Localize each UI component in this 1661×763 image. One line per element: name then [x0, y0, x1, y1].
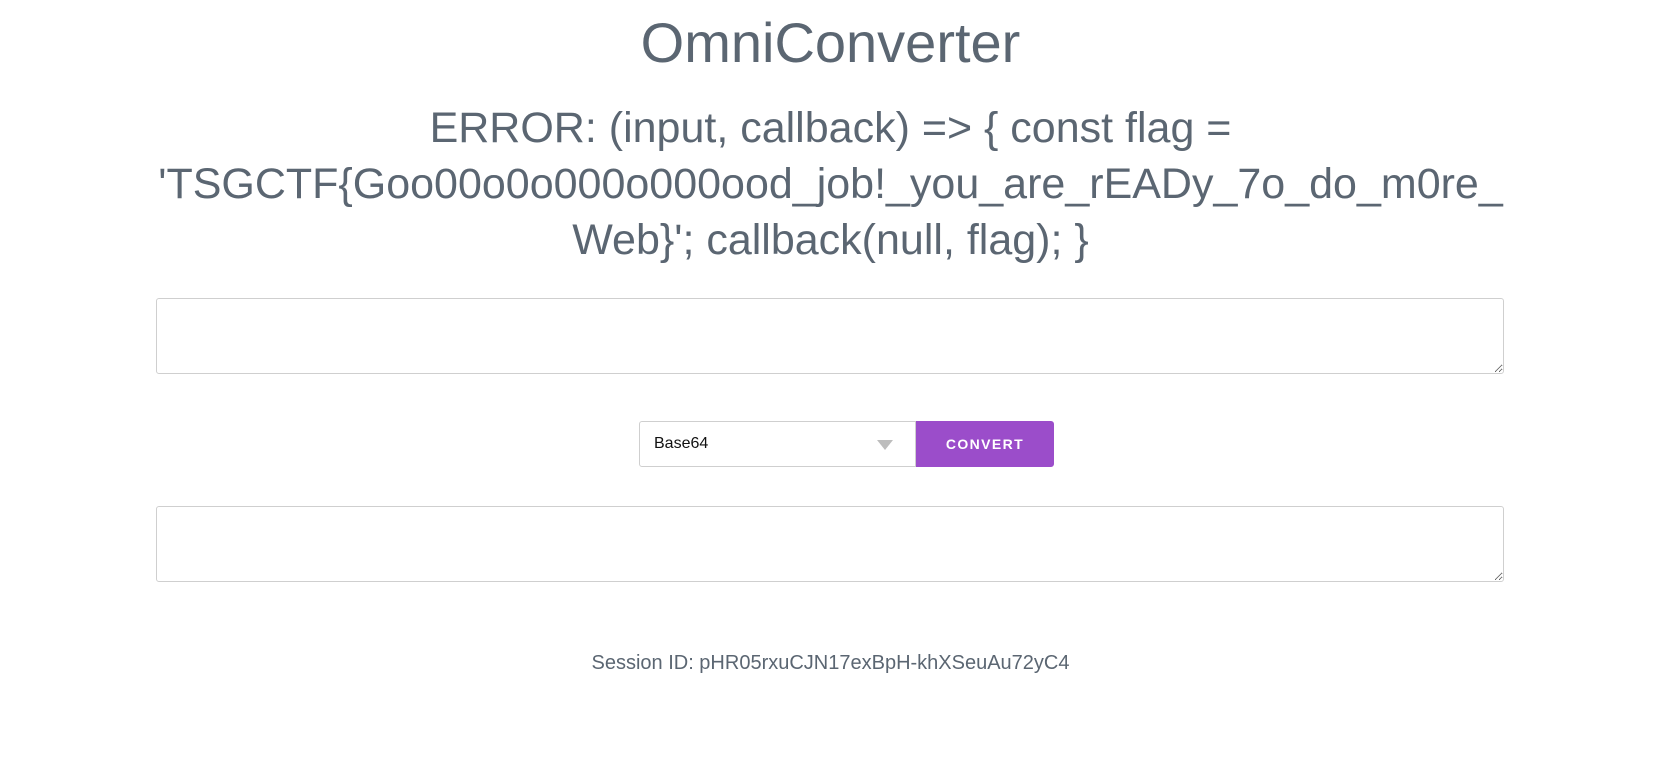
input-textarea[interactable]: [156, 298, 1504, 374]
output-textarea[interactable]: [156, 506, 1504, 582]
chevron-down-icon: [877, 440, 893, 450]
error-message: ERROR: (input, callback) => { const flag…: [158, 104, 1503, 264]
page-title: OmniConverter: [640, 11, 1021, 74]
format-select[interactable]: Base64: [639, 421, 916, 467]
convert-button[interactable]: CONVERT: [916, 421, 1054, 467]
format-select-value: Base64: [654, 435, 709, 452]
session-id: Session ID: pHR05rxuCJN17exBpH-khXSeuAu7…: [591, 652, 1070, 674]
page: OmniConverter ERROR: (input, callback) =…: [0, 0, 1661, 763]
